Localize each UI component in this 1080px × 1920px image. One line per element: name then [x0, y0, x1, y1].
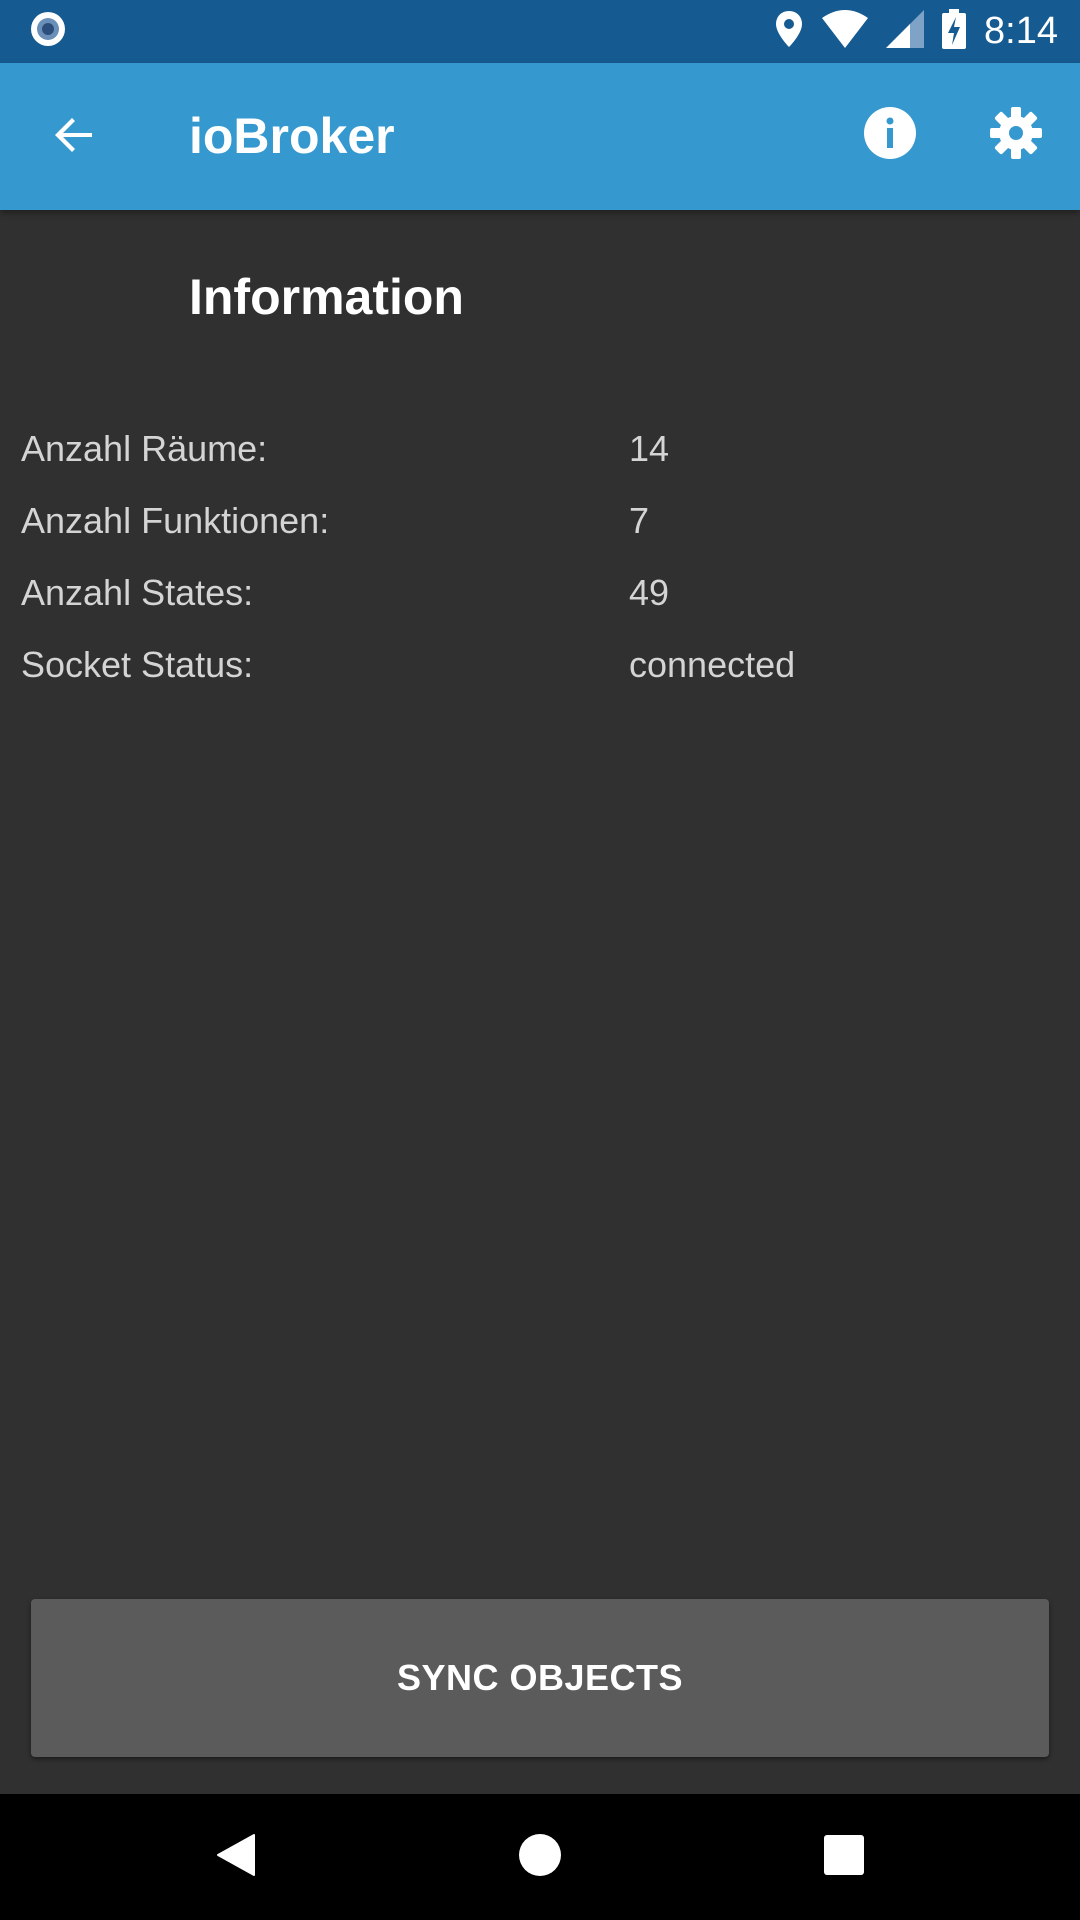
back-button[interactable]	[42, 105, 106, 169]
sync-objects-button[interactable]: SYNC OBJECTS	[31, 1599, 1049, 1757]
status-time: 8:14	[984, 10, 1058, 52]
arrow-back-icon	[50, 111, 98, 164]
info-row-rooms: Anzahl Räume: 14	[0, 420, 1080, 492]
info-label: Anzahl Räume:	[21, 428, 268, 469]
info-value: 49	[629, 572, 670, 613]
nav-home-icon	[518, 1833, 562, 1882]
info-button[interactable]	[858, 103, 922, 167]
info-value: 14	[629, 428, 670, 469]
nav-back-button[interactable]	[204, 1825, 268, 1889]
nav-bar	[0, 1794, 1080, 1920]
section-title: Information	[189, 269, 464, 325]
info-row-socket-status: Socket Status: connected	[0, 636, 1080, 708]
settings-button[interactable]	[984, 103, 1048, 167]
app-bar: ioBroker	[0, 63, 1080, 210]
app-title: ioBroker	[189, 108, 395, 164]
settings-gear-icon	[989, 106, 1043, 165]
info-label: Anzahl States:	[21, 572, 254, 613]
info-value: connected	[629, 644, 796, 685]
location-icon	[774, 9, 804, 54]
notification-dot-icon	[28, 9, 68, 54]
info-list: Anzahl Räume: 14 Anzahl Funktionen: 7 An…	[0, 420, 1080, 708]
wifi-icon	[822, 10, 869, 53]
status-bar: 8:14	[0, 0, 1080, 63]
info-value: 7	[629, 500, 650, 541]
nav-home-button[interactable]	[508, 1825, 572, 1889]
nav-recents-button[interactable]	[812, 1825, 876, 1889]
info-label: Anzahl Funktionen:	[21, 500, 330, 541]
screen: 8:14 ioBroker Information Anzahl Räume: …	[0, 0, 1080, 1920]
nav-recents-icon	[823, 1834, 865, 1881]
battery-charging-icon	[942, 9, 967, 54]
info-row-functions: Anzahl Funktionen: 7	[0, 492, 1080, 564]
info-label: Socket Status:	[21, 644, 254, 685]
info-row-states: Anzahl States: 49	[0, 564, 1080, 636]
signal-icon	[886, 10, 925, 53]
info-icon	[863, 106, 917, 165]
nav-back-icon	[214, 1831, 258, 1884]
